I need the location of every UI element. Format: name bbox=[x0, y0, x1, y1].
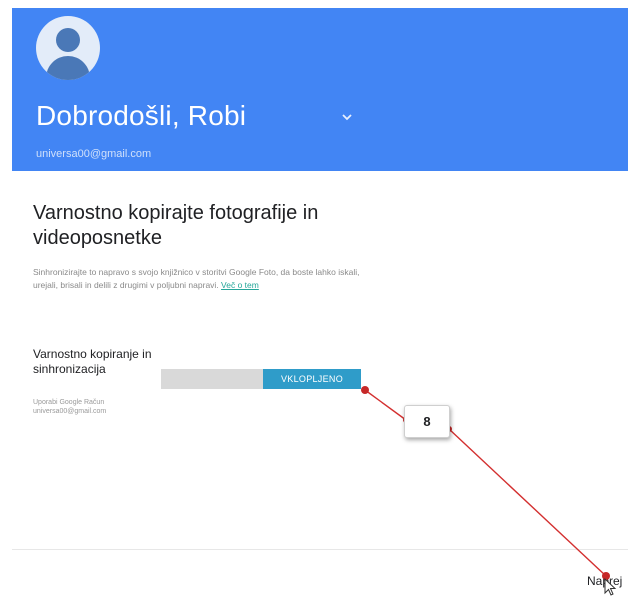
annotation-line-to-toggle bbox=[364, 389, 407, 421]
step-number-badge: 8 bbox=[404, 405, 450, 438]
page-title: Varnostno kopirajte fotografije in video… bbox=[33, 202, 319, 249]
chevron-down-icon[interactable] bbox=[339, 109, 355, 125]
account-email-line: universa00@gmail.com bbox=[33, 408, 107, 415]
description-body: Sinhronizirajte to napravo s svojo knjiž… bbox=[33, 267, 360, 290]
description-text: Sinhronizirajte to napravo s svojo knjiž… bbox=[33, 266, 369, 292]
mouse-pointer-icon bbox=[604, 578, 617, 596]
backup-sync-label: Varnostno kopiranje in sinhronizacija bbox=[33, 347, 152, 376]
setup-screen: Dobrodošli, Robi universa00@gmail.com Va… bbox=[0, 0, 633, 596]
learn-more-link[interactable]: Več o tem bbox=[221, 280, 259, 290]
welcome-title: Dobrodošli, Robi bbox=[36, 100, 247, 131]
annotation-dot-toggle bbox=[361, 386, 369, 394]
toggle-off-segment[interactable] bbox=[161, 369, 263, 389]
annotation-line-to-next bbox=[448, 428, 607, 577]
account-circle-icon bbox=[36, 16, 100, 80]
footer-divider bbox=[12, 549, 628, 550]
backup-sync-toggle[interactable]: VKLOPLJENO bbox=[161, 369, 361, 389]
toggle-on-segment[interactable]: VKLOPLJENO bbox=[263, 369, 361, 389]
backup-sync-account: Uporabi Google Račun universa00@gmail.co… bbox=[33, 398, 153, 416]
account-usage-line: Uporabi Google Račun bbox=[33, 399, 105, 406]
account-header: Dobrodošli, Robi universa00@gmail.com bbox=[12, 8, 628, 171]
account-email: universa00@gmail.com bbox=[36, 148, 152, 160]
